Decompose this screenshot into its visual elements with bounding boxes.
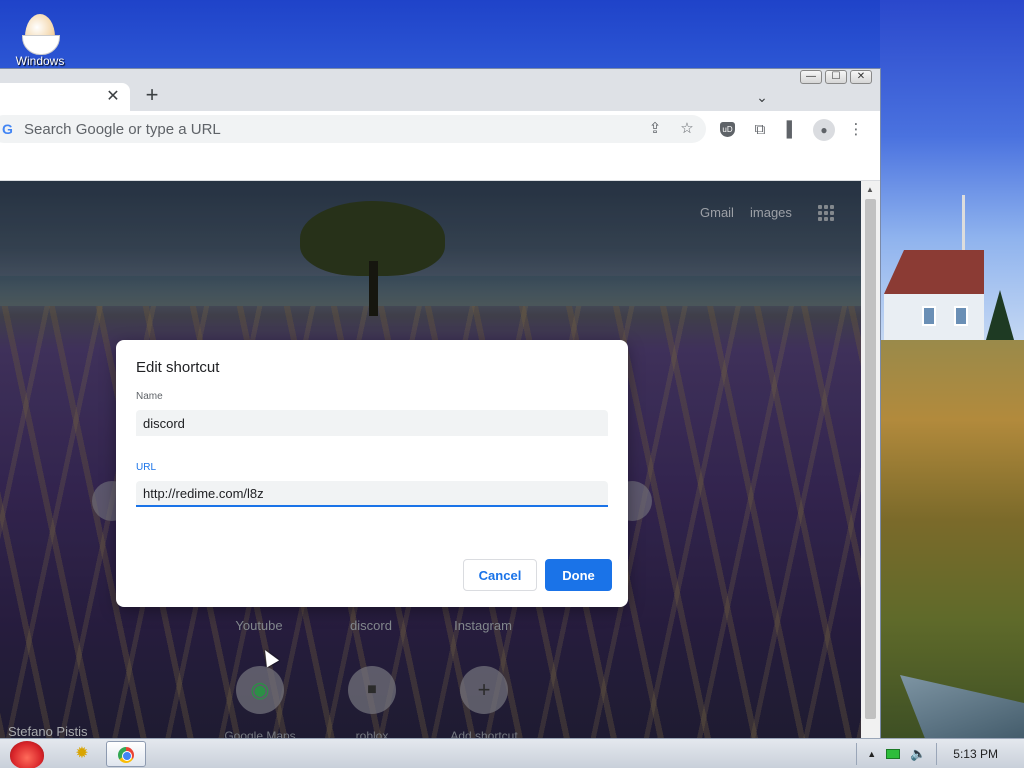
page-scrollbar[interactable]: ▲ [861,181,880,741]
wallpaper-field [880,340,1024,740]
chrome-icon [118,747,134,763]
share-icon[interactable]: ⇪ [646,120,664,138]
ublock-icon[interactable]: uD [720,122,735,137]
maximize-button[interactable]: ☐ [825,70,847,84]
desktop-icon-label: Windows [15,54,65,68]
url-label: URL [136,462,157,473]
desktop-icon-windows[interactable]: Windows [10,10,70,68]
taskbar-chrome[interactable] [106,741,146,767]
start-button[interactable] [2,739,50,768]
profile-icon[interactable]: ● [813,119,835,141]
google-icon: G [2,121,13,137]
close-button[interactable]: ✕ [850,70,872,84]
name-label: Name [136,391,163,402]
bookmark-star-icon[interactable]: ☆ [678,120,696,138]
dialog-title: Edit shortcut [136,359,220,376]
scroll-up-icon[interactable]: ▲ [866,185,874,194]
edit-shortcut-dialog: Edit shortcut Name URL Cancel Done [116,340,628,607]
url-input[interactable] [136,481,608,507]
network-icon[interactable] [886,749,901,759]
address-bar[interactable]: G Search Google or type a URL ⇪ ☆ [0,115,706,143]
file-explorer-icon[interactable]: ✹ [62,741,102,767]
side-panel-icon[interactable]: ▌ [782,120,802,140]
clock[interactable]: 5:13 PM [953,747,998,761]
scrollbar-thumb[interactable] [865,199,876,719]
menu-icon[interactable]: ⋮ [846,120,866,140]
tab-new-tab[interactable]: ✕ [0,83,130,111]
cancel-button[interactable]: Cancel [463,559,537,591]
wallpaper-house [884,250,984,350]
angry-bird-icon [10,741,44,768]
tray-expand-icon[interactable]: ▲ [867,749,876,759]
extensions-icon[interactable]: ⧉ [750,120,770,140]
egg-icon [22,14,60,55]
bookmarks-area [0,149,880,181]
new-tab-button[interactable]: + [141,84,163,107]
done-button[interactable]: Done [545,559,612,591]
name-input[interactable] [136,410,608,436]
taskbar: ✹ ▲ 🔈 5:13 PM [0,738,1024,768]
toolbar: G Search Google or type a URL ⇪ ☆ uD ⧉ ▌… [0,111,880,149]
system-tray: ▲ 🔈 5:13 PM [856,739,1024,768]
tab-strip: ✕ + ⌄ [0,79,880,111]
volume-icon[interactable]: 🔈 [910,746,926,762]
address-placeholder: Search Google or type a URL [24,121,221,138]
window-controls: — ☐ ✕ [800,70,872,84]
tab-close-icon[interactable]: ✕ [104,88,122,106]
tab-search-icon[interactable]: ⌄ [752,87,772,107]
minimize-button[interactable]: — [800,70,822,84]
